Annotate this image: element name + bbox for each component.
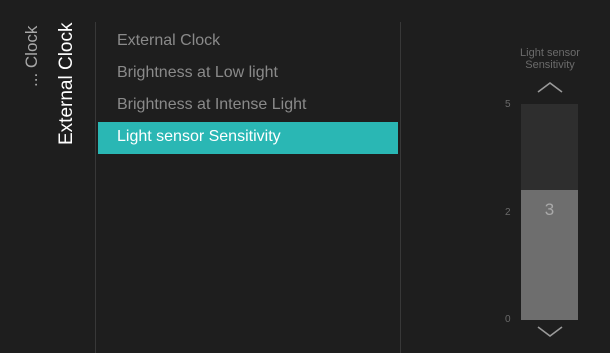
- breadcrumb: ... Clock External Clock: [0, 0, 95, 353]
- menu-item-label: Light sensor Sensitivity: [117, 128, 281, 145]
- menu-item-brightness-low-light[interactable]: Brightness at Low light: [98, 58, 398, 90]
- slider-fill: 3: [521, 190, 578, 320]
- slider-tick-mid: 2: [505, 207, 511, 218]
- slider-title: Light sensor Sensitivity: [500, 47, 600, 71]
- menu-item-label: Brightness at Intense Light: [117, 96, 307, 113]
- tv-settings-screen: ... Clock External Clock External Clock …: [0, 0, 610, 353]
- menu-item-label: External Clock: [117, 32, 221, 49]
- menu-item-light-sensor-sensitivity[interactable]: Light sensor Sensitivity: [98, 122, 398, 154]
- settings-menu: External Clock Brightness at Low light B…: [98, 26, 398, 154]
- sensitivity-slider[interactable]: 3: [521, 104, 578, 320]
- slider-tick-min: 0: [505, 314, 511, 325]
- chevron-up-icon[interactable]: [537, 80, 563, 94]
- column-divider: [95, 22, 96, 353]
- menu-item-brightness-intense-light[interactable]: Brightness at Intense Light: [98, 90, 398, 122]
- menu-item-external-clock[interactable]: External Clock: [98, 26, 398, 58]
- chevron-down-icon[interactable]: [537, 325, 563, 339]
- slider-tick-max: 5: [505, 99, 511, 110]
- slider-title-line1: Light sensor: [520, 47, 580, 59]
- slider-value: 3: [544, 200, 555, 219]
- breadcrumb-current: External Clock: [56, 22, 77, 146]
- slider-title-line2: Sensitivity: [525, 59, 575, 71]
- column-divider: [400, 22, 401, 353]
- menu-item-label: Brightness at Low light: [117, 64, 278, 81]
- breadcrumb-parent[interactable]: ... Clock: [22, 26, 42, 87]
